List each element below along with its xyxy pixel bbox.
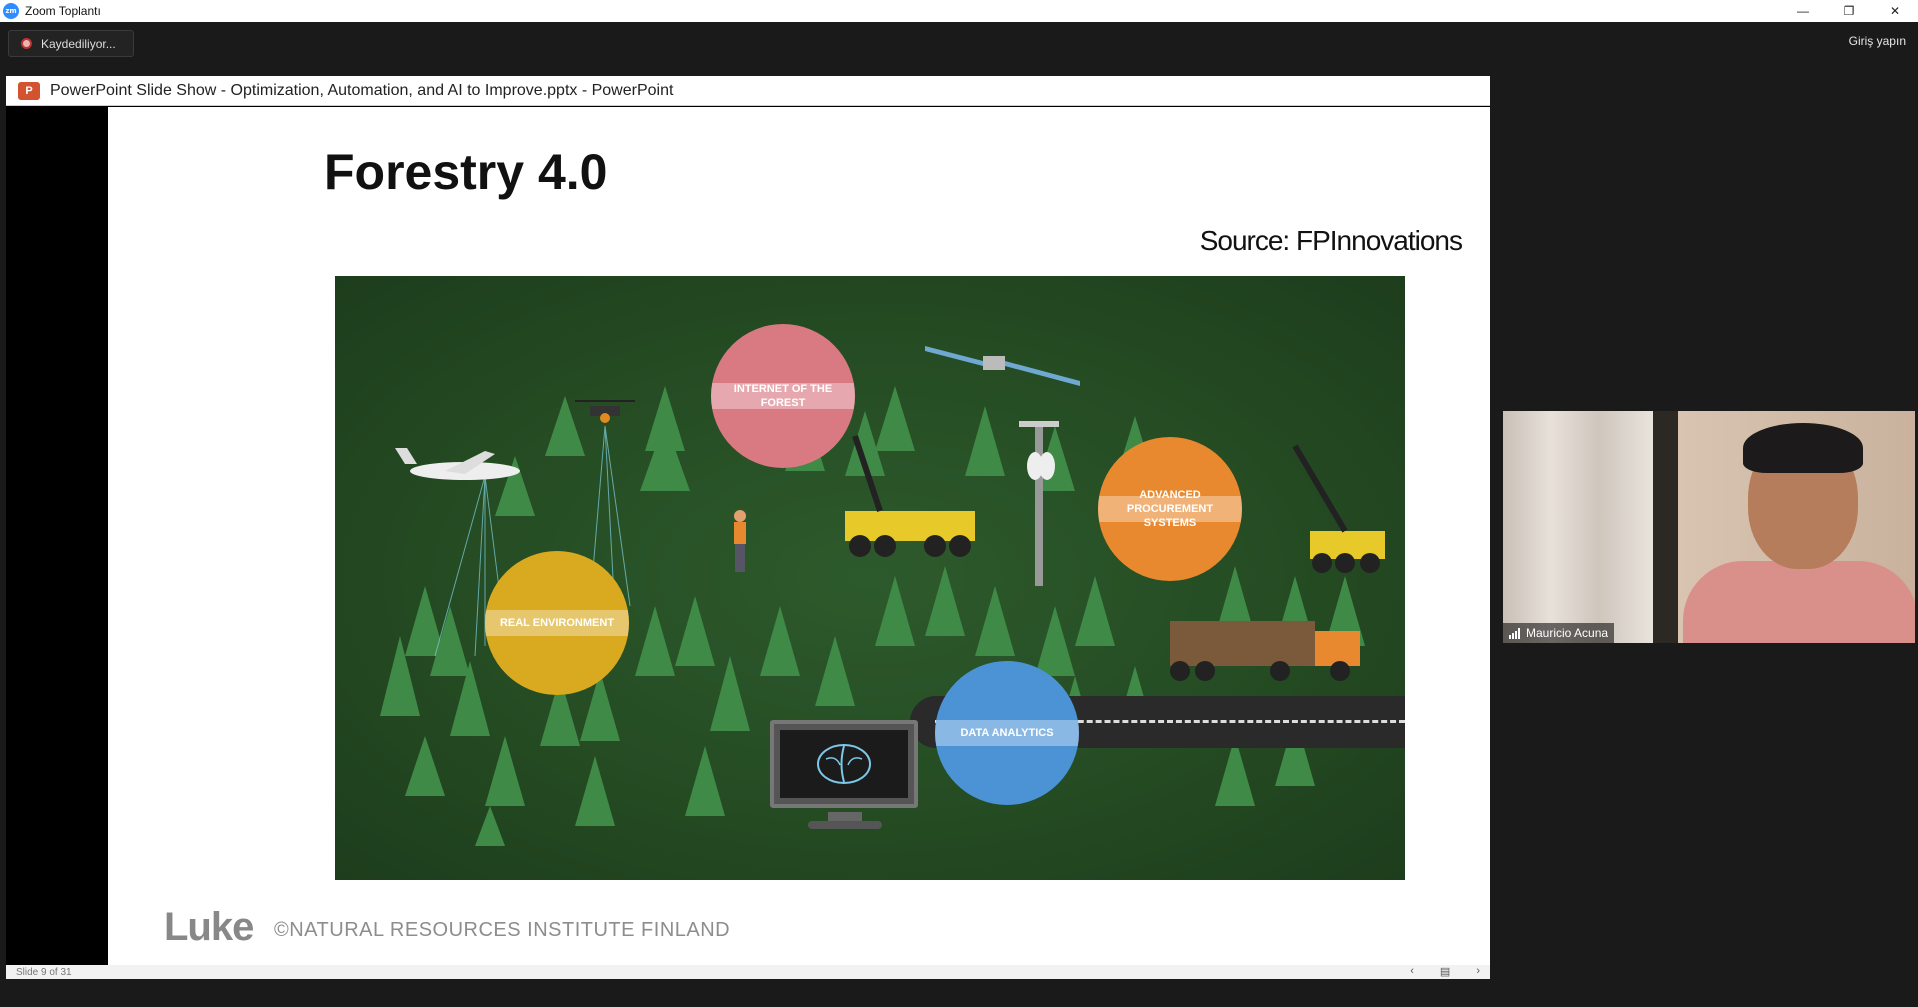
record-dot-icon bbox=[21, 38, 32, 49]
powerpoint-titlebar: P PowerPoint Slide Show - Optimization, … bbox=[6, 76, 1490, 106]
participant-hair bbox=[1743, 423, 1863, 473]
window-title: Zoom Toplantı bbox=[25, 4, 101, 18]
monitor-base bbox=[808, 821, 882, 829]
luke-logo: Luke bbox=[164, 905, 254, 949]
participant-video-tile[interactable]: Mauricio Acuna bbox=[1503, 411, 1915, 643]
circle-advanced-procurement: ADVANCED PROCUREMENT SYSTEMS bbox=[1098, 437, 1242, 581]
slide-nav: ‹ ▤ › bbox=[1410, 965, 1480, 978]
drone-icon bbox=[575, 400, 635, 423]
circle-real-environment: REAL ENVIRONMENT bbox=[485, 551, 629, 695]
slide: Forestry 4.0 Source: FPInnovations INTER… bbox=[108, 107, 1490, 965]
connection-signal-icon bbox=[1509, 627, 1520, 639]
airplane-icon bbox=[395, 448, 520, 480]
close-button[interactable]: ✕ bbox=[1872, 0, 1918, 22]
monitor-icon bbox=[770, 720, 918, 808]
slide-source: Source: FPInnovations bbox=[1199, 225, 1463, 256]
participant-name: Mauricio Acuna bbox=[1526, 626, 1609, 640]
recording-label: Kaydediliyor... bbox=[41, 36, 116, 51]
circle-data-analytics: DATA ANALYTICS bbox=[935, 661, 1079, 805]
powerpoint-statusbar: Slide 9 of 31 ‹ ▤ › bbox=[6, 965, 1490, 979]
slide-counter: Slide 9 of 31 bbox=[16, 967, 72, 978]
powerpoint-window-title: PowerPoint Slide Show - Optimization, Au… bbox=[50, 81, 674, 99]
label-internet-of-forest: INTERNET OF THE FOREST bbox=[733, 383, 833, 409]
footer-copyright: ©NATURAL RESOURCES INSTITUTE FINLAND bbox=[274, 919, 731, 941]
previous-slide-button[interactable]: ‹ bbox=[1410, 965, 1414, 978]
next-slide-button[interactable]: › bbox=[1476, 965, 1480, 978]
label-advanced-procurement: ADVANCED PROCUREMENT SYSTEMS bbox=[1126, 489, 1214, 529]
minimize-button[interactable]: — bbox=[1780, 0, 1826, 22]
participant-name-tag: Mauricio Acuna bbox=[1503, 623, 1615, 643]
forestry-illustration: INTERNET OF THE FOREST ADVANCED PROCUREM… bbox=[335, 276, 1405, 880]
harvester-machine-icon bbox=[1292, 444, 1385, 573]
zoom-titlebar: zm Zoom Toplantı — ❐ ✕ bbox=[0, 0, 1918, 22]
video-background-door bbox=[1653, 411, 1678, 643]
circle-internet-of-forest: INTERNET OF THE FOREST bbox=[711, 324, 855, 468]
signin-link[interactable]: Giriş yapın bbox=[1849, 34, 1906, 48]
video-background-curtain bbox=[1503, 411, 1663, 643]
label-data-analytics: DATA ANALYTICS bbox=[960, 727, 1054, 739]
powerpoint-logo-icon: P bbox=[18, 81, 40, 100]
zoom-logo-icon: zm bbox=[3, 3, 19, 19]
slide-title: Forestry 4.0 bbox=[324, 144, 608, 200]
brain-icon bbox=[780, 730, 908, 798]
label-real-environment: REAL ENVIRONMENT bbox=[499, 617, 615, 629]
notes-icon[interactable]: ▤ bbox=[1440, 965, 1450, 978]
window-controls: — ❐ ✕ bbox=[1780, 0, 1918, 22]
restore-button[interactable]: ❐ bbox=[1826, 0, 1872, 22]
satellite-icon bbox=[925, 346, 1080, 386]
participant-body bbox=[1683, 561, 1915, 643]
worker-icon bbox=[734, 510, 746, 572]
recording-indicator[interactable]: Kaydediliyor... bbox=[8, 30, 134, 57]
shared-screen: P PowerPoint Slide Show - Optimization, … bbox=[6, 76, 1490, 979]
